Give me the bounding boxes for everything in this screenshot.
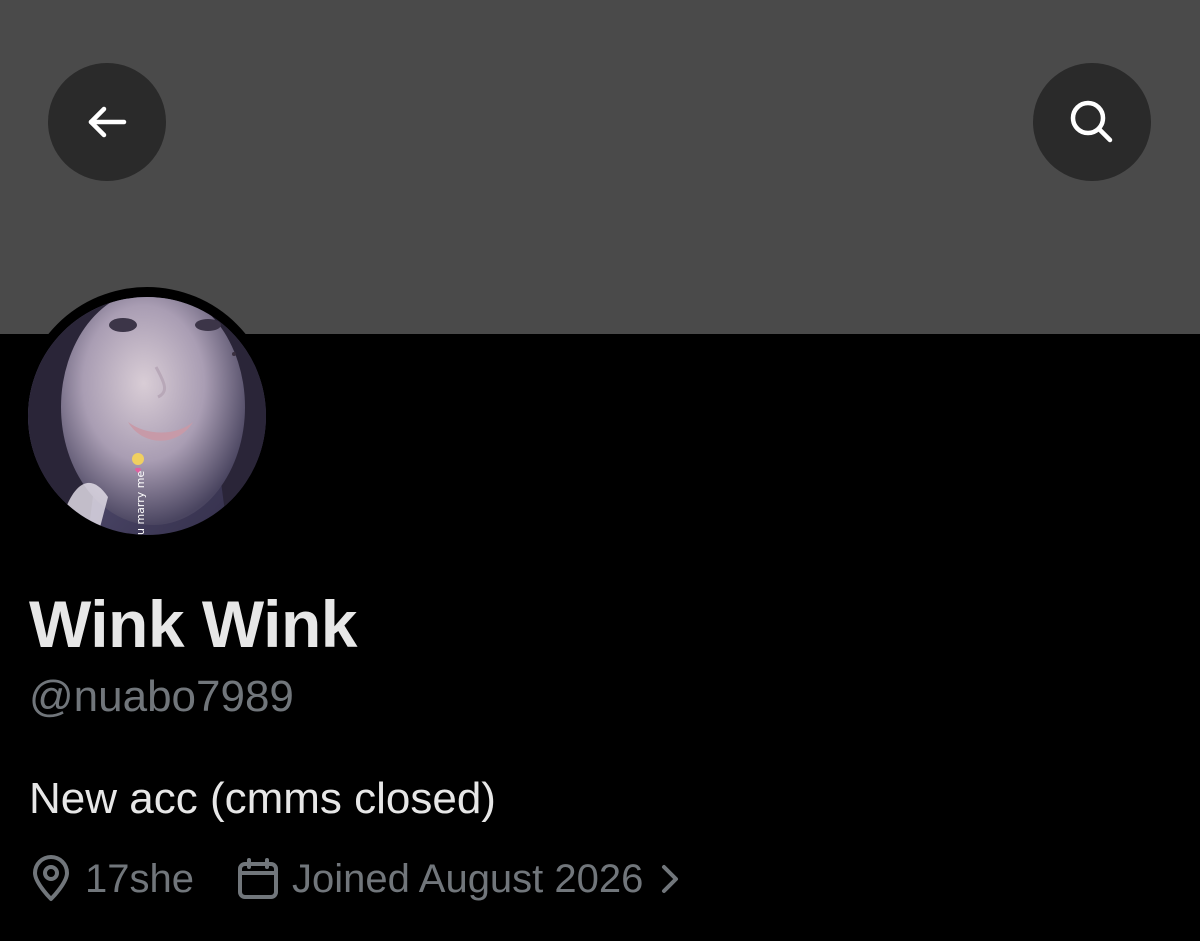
avatar-caption: u marry me [134, 471, 147, 535]
location-pin-icon [33, 855, 69, 901]
avatar-photo: u marry me [28, 297, 266, 535]
profile-banner [0, 0, 1200, 334]
user-handle: @nuabo7989 [29, 672, 294, 721]
location-text: 17she [85, 856, 194, 901]
location-item: 17she [29, 855, 194, 903]
display-name: Wink Wink [29, 587, 357, 661]
profile-page: u marry me Wink Wink @nuabo7989 New acc … [0, 0, 1200, 941]
back-button[interactable] [48, 63, 166, 181]
search-icon [1070, 100, 1113, 143]
profile-bio: New acc (cmms closed) [29, 774, 496, 823]
arrow-left-icon [88, 106, 127, 138]
search-button[interactable] [1033, 63, 1151, 181]
calendar-icon [237, 858, 278, 899]
joined-text: Joined August 2026 [291, 856, 644, 901]
profile-meta: 17she Joined August 2026 [29, 852, 681, 906]
chevron-right-icon [662, 865, 679, 893]
avatar[interactable]: u marry me [28, 297, 266, 535]
joined-item[interactable]: Joined August 2026 [236, 857, 681, 902]
